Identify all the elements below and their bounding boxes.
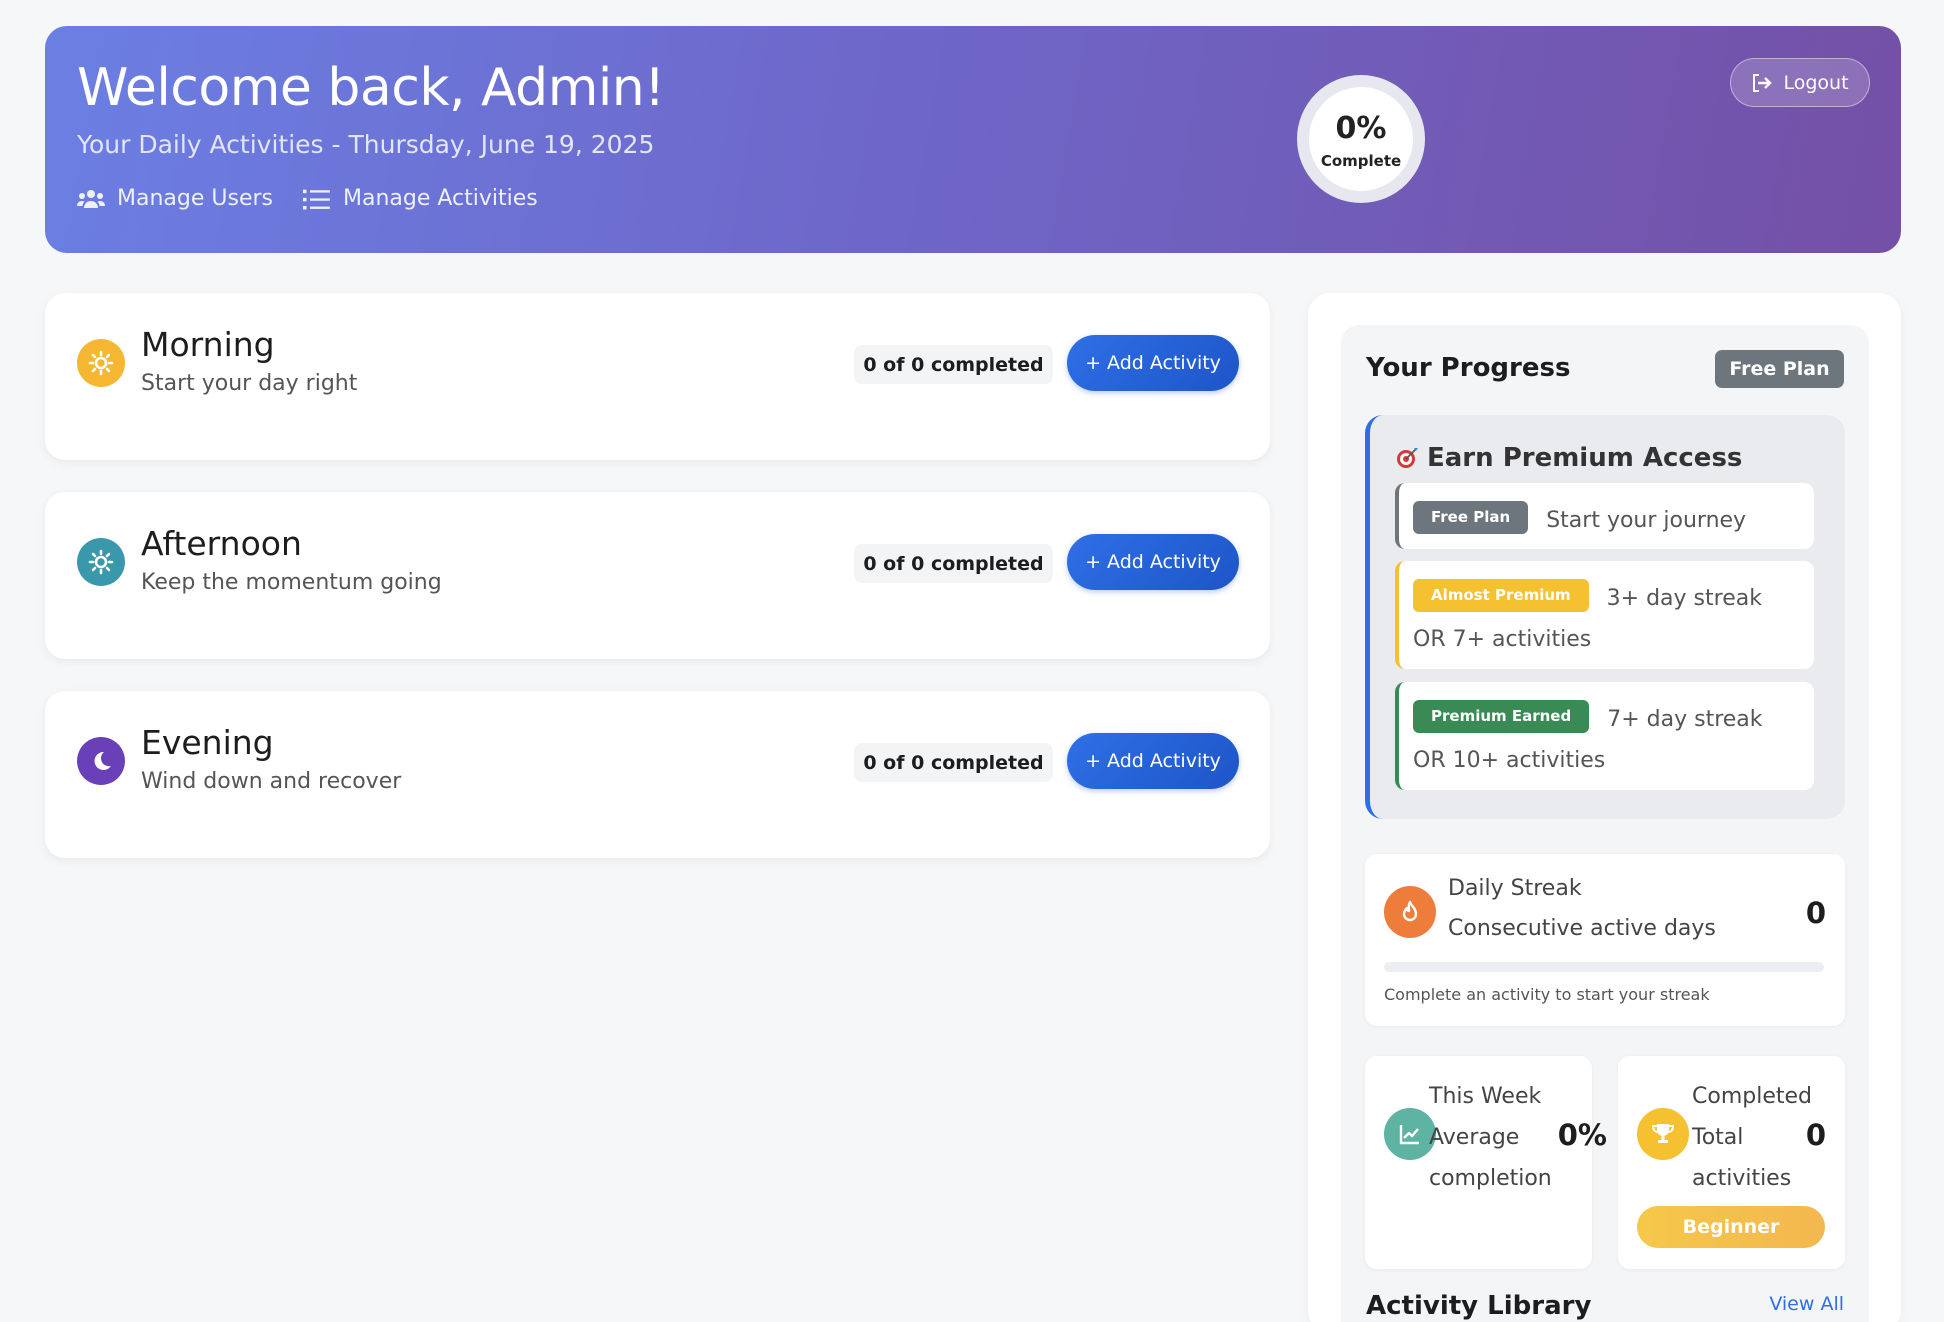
week-subtitle: Average completion <box>1429 1125 1552 1191</box>
earn-premium-card: Earn Premium Access Free Plan Start your … <box>1365 415 1845 819</box>
logout-label: Logout <box>1783 71 1849 94</box>
completion-percent: 0% <box>1335 110 1387 146</box>
period-title: Afternoon <box>141 524 302 563</box>
period-card-evening: Evening Wind down and recover 0 of 0 com… <box>45 691 1270 858</box>
daily-streak-card: Daily Streak Consecutive active days 0 C… <box>1365 854 1845 1026</box>
plan-badge: Free Plan <box>1715 350 1844 388</box>
streak-subtitle: Consecutive active days <box>1448 916 1716 941</box>
progress-sidebar: Your Progress Free Plan Earn Premium Acc… <box>1308 293 1901 1322</box>
add-activity-button[interactable]: + Add Activity <box>1067 733 1239 789</box>
period-card-afternoon: Afternoon Keep the momentum going 0 of 0… <box>45 492 1270 659</box>
sun-icon <box>88 549 114 575</box>
streak-hint: Complete an activity to start your strea… <box>1384 985 1710 1004</box>
manage-users-link[interactable]: Manage Users <box>77 186 273 211</box>
afternoon-icon-circle <box>77 538 125 586</box>
admin-links: Manage Users Manage Activities <box>77 186 538 211</box>
page-subtitle: Your Daily Activities - Thursday, June 1… <box>77 130 655 159</box>
progress-title: Your Progress <box>1366 353 1571 383</box>
streak-icon-circle <box>1384 886 1436 938</box>
streak-value: 0 <box>1805 896 1826 930</box>
earn-premium-label: Earn Premium Access <box>1427 443 1743 473</box>
streak-progress-bar <box>1384 962 1824 972</box>
completed-count-badge: 0 of 0 completed <box>854 544 1053 583</box>
period-subtitle: Start your day right <box>141 371 358 396</box>
sun-icon <box>88 350 114 376</box>
completion-ring: 0% Complete <box>1297 75 1425 203</box>
period-title: Morning <box>141 325 275 364</box>
week-text: This Week Average completion <box>1429 1076 1552 1199</box>
dashboard-header: Welcome back, Admin! Your Daily Activiti… <box>45 26 1901 253</box>
fire-icon <box>1402 900 1418 922</box>
morning-icon-circle <box>77 339 125 387</box>
add-activity-button[interactable]: + Add Activity <box>1067 335 1239 391</box>
level-badge: Beginner <box>1637 1206 1825 1248</box>
completed-text: Completed Total activities <box>1692 1076 1812 1199</box>
tier-badge: Premium Earned <box>1413 700 1590 733</box>
this-week-card: This Week Average completion 0% <box>1365 1056 1607 1269</box>
completion-label: Complete <box>1320 151 1402 170</box>
tier-almost-premium: Almost Premium 3+ day streak OR 7+ activi… <box>1395 561 1814 669</box>
period-subtitle: Keep the momentum going <box>141 570 442 595</box>
completed-title: Completed <box>1692 1084 1812 1109</box>
completed-card: Completed Total activities 0 Beginner <box>1618 1056 1845 1269</box>
week-value: 0% <box>1557 1118 1607 1152</box>
list-icon <box>303 189 330 209</box>
activity-library-title: Activity Library <box>1366 1291 1592 1321</box>
chart-line-icon <box>1399 1125 1419 1145</box>
period-card-morning: Morning Start your day right 0 of 0 comp… <box>45 293 1270 460</box>
week-title: This Week <box>1429 1084 1542 1109</box>
completed-subtitle: Total activities <box>1692 1125 1792 1191</box>
progress-panel: Your Progress Free Plan Earn Premium Acc… <box>1341 325 1869 1322</box>
moon-icon <box>94 751 111 770</box>
logout-button[interactable]: Logout <box>1730 58 1870 107</box>
tier-free: Free Plan Start your journey <box>1395 483 1814 549</box>
streak-title: Daily Streak <box>1448 876 1582 901</box>
evening-icon-circle <box>77 737 125 785</box>
welcome-title: Welcome back, Admin! <box>77 58 665 118</box>
completed-count-badge: 0 of 0 completed <box>854 345 1053 384</box>
tier-badge: Free Plan <box>1413 501 1529 534</box>
completed-count-badge: 0 of 0 completed <box>854 743 1053 782</box>
add-activity-button[interactable]: + Add Activity <box>1067 534 1239 590</box>
sign-out-icon <box>1753 73 1773 92</box>
manage-activities-link[interactable]: Manage Activities <box>303 186 538 211</box>
manage-activities-label: Manage Activities <box>343 186 538 211</box>
users-icon <box>77 189 105 208</box>
tier-badge: Almost Premium <box>1413 579 1589 612</box>
view-all-link[interactable]: View All <box>1769 1293 1844 1315</box>
trophy-icon-circle <box>1637 1108 1689 1160</box>
period-title: Evening <box>141 723 274 762</box>
tier-text: Start your journey <box>1546 508 1747 533</box>
target-icon <box>1397 448 1418 468</box>
earn-premium-title: Earn Premium Access <box>1395 443 1742 473</box>
manage-users-label: Manage Users <box>117 186 273 211</box>
period-subtitle: Wind down and recover <box>141 769 402 794</box>
tier-premium-earned: Premium Earned 7+ day streak OR 10+ activ… <box>1395 682 1814 790</box>
trophy-icon <box>1651 1124 1675 1143</box>
completed-value: 0 <box>1805 1118 1826 1152</box>
